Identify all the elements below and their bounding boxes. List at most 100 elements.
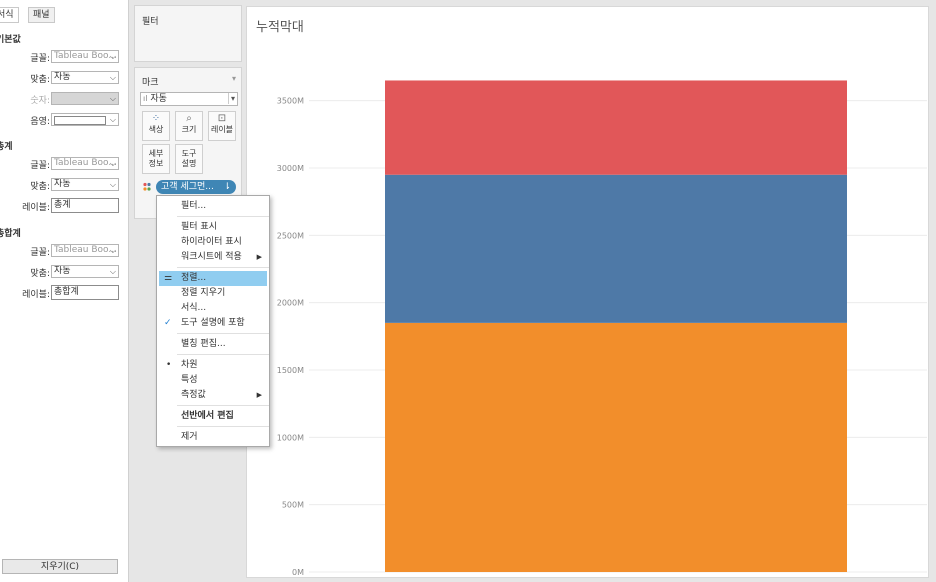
field-label: 글꼴: <box>30 161 50 171</box>
marks-tooltip-button[interactable]: 도구 설명 <box>175 144 203 174</box>
menu-item[interactable]: 서식... <box>159 301 267 316</box>
sort-icon: ⚌ <box>164 273 173 283</box>
marks-color-button[interactable]: ⁘ 색상 <box>142 111 170 141</box>
field-label: 레이블: <box>22 290 50 300</box>
marks-size-button[interactable]: ⌕ 크기 <box>175 111 203 141</box>
select-value: 자동 <box>54 266 71 276</box>
menu-item-label: 정렬... <box>181 273 207 283</box>
radio-dot-icon: • <box>166 360 172 370</box>
y-tick-label: 3500M <box>277 97 304 106</box>
menu-item[interactable]: 측정값 ▶ <box>159 388 267 403</box>
marks-card-title: 마크 <box>142 78 159 88</box>
menu-separator <box>177 216 269 217</box>
marks-button-label: 색상 <box>148 125 164 134</box>
bar-segment-1[interactable] <box>385 174 847 323</box>
chevron-down-icon: ⌵ <box>109 180 116 189</box>
y-tick-label: 2500M <box>277 231 304 240</box>
menu-item[interactable]: 제거 <box>159 430 267 445</box>
marks-button-label: 도구 설명 <box>181 149 197 168</box>
alignment-select[interactable]: 자동 ⌵ <box>51 178 119 191</box>
menu-separator <box>177 333 269 334</box>
size-icon: ⌕ <box>186 113 192 124</box>
field-label: 레이블: <box>22 203 50 213</box>
chevron-down-icon: ⌵ <box>109 73 116 82</box>
mark-type-select[interactable]: ıl 자동 ▾ <box>140 92 238 106</box>
chevron-down-icon: ▾ <box>227 93 235 104</box>
field-label: 맞춤: <box>30 182 50 192</box>
color-dots-icon: ⁘ <box>151 113 161 124</box>
y-tick-label: 1500M <box>277 366 304 375</box>
marks-button-label: 크기 <box>181 125 197 134</box>
menu-item-label: 하이라이터 표시 <box>181 237 242 247</box>
menu-separator <box>177 267 269 268</box>
marks-button-label: 세부 정보 <box>148 149 164 168</box>
bar-segment-2[interactable] <box>385 80 847 175</box>
y-tick-label: 500M <box>282 501 304 510</box>
stacked-bar-chart: 0M 500M 1000M 1500M 2000M 2500M 3000M 3500M <box>277 80 927 577</box>
menu-item-label: 별칭 편집... <box>181 339 226 349</box>
y-tick-label: 1000M <box>277 433 304 442</box>
marks-detail-button[interactable]: 세부 정보 <box>142 144 170 174</box>
bar-segment-0[interactable] <box>385 322 847 572</box>
marks-label-button[interactable]: ⊡ 레이블 <box>208 111 236 141</box>
alignment-select[interactable]: 자동 ⌵ <box>51 265 119 278</box>
menu-item[interactable]: 필터... <box>159 199 267 214</box>
y-tick-label: 0M <box>292 568 304 577</box>
segment-pill-label: 고객 세그먼... <box>161 182 214 192</box>
menu-item-label: 도구 설명에 포함 <box>181 318 245 328</box>
label-input[interactable]: 총합계 <box>51 285 119 300</box>
menu-separator <box>177 405 269 406</box>
marks-card-menu-icon[interactable]: ▾ <box>232 74 236 83</box>
section-heading: 총계 <box>0 142 13 152</box>
chevron-down-icon: ⌵ <box>109 94 116 103</box>
menu-item[interactable]: 필터 표시 <box>159 220 267 235</box>
menu-item-label: 필터 표시 <box>181 222 217 232</box>
context-menu: 필터... 필터 표시하이라이터 표시워크시트에 적용 ▶ 정렬... ⚌ 정렬 지우기서… <box>156 195 270 447</box>
chart-area: 누적막대 0M 500M 1000M 1500M 2000M 2500M 3000M 3500… <box>246 6 929 578</box>
section-heading: 총합계 <box>0 229 21 239</box>
menu-item-label: 측정값 <box>181 390 206 400</box>
menu-separator <box>177 426 269 427</box>
tab-panel[interactable]: 패널 <box>28 7 55 23</box>
menu-item-label: 정렬 지우기 <box>181 288 226 298</box>
filters-card-title: 필터 <box>142 17 159 27</box>
mark-type-value: 자동 <box>150 94 167 104</box>
segment-pill[interactable]: 고객 세그먼... ⇂ <box>156 180 236 194</box>
submenu-arrow-icon: ▶ <box>256 391 262 399</box>
font-select[interactable]: Tableau Boo... ⌵ <box>51 244 119 257</box>
clear-button[interactable]: 지우기(C) <box>2 559 118 574</box>
chevron-down-icon: ⌵ <box>109 267 116 276</box>
y-tick-label: 3000M <box>277 164 304 173</box>
menu-item[interactable]: 특성 <box>159 373 267 388</box>
label-input[interactable]: 총계 <box>51 198 119 213</box>
font-select[interactable]: Tableau Boo... ⌵ <box>51 50 119 63</box>
menu-separator <box>177 354 269 355</box>
menu-item[interactable]: 하이라이터 표시 <box>159 235 267 250</box>
menu-item-label: 제거 <box>181 432 198 442</box>
submenu-arrow-icon: ▶ <box>256 253 262 261</box>
select-value: 자동 <box>54 179 71 189</box>
font-select[interactable]: Tableau Boo... ⌵ <box>51 157 119 170</box>
menu-item[interactable]: 정렬... ⚌ <box>159 271 267 286</box>
section-heading: 기본값 <box>0 35 21 45</box>
number-select: ⌵ <box>51 92 119 105</box>
menu-item[interactable]: 차원 • <box>159 358 267 373</box>
field-label: 음영: <box>30 117 50 127</box>
menu-item-label: 선반에서 편집 <box>181 411 234 421</box>
menu-item[interactable]: 선반에서 편집 <box>159 409 267 424</box>
filters-card[interactable]: 필터 <box>134 5 242 62</box>
shading-select[interactable]: ⌵ <box>51 113 119 126</box>
menu-item[interactable]: 정렬 지우기 <box>159 286 267 301</box>
menu-item[interactable]: 도구 설명에 포함 ✓ <box>159 316 267 331</box>
menu-item-label: 서식... <box>181 303 207 313</box>
select-value: Tableau Boo... <box>54 245 117 255</box>
y-tick-label: 2000M <box>277 299 304 308</box>
menu-item[interactable]: 워크시트에 적용 ▶ <box>159 250 267 265</box>
field-label: 숫자: <box>30 96 50 106</box>
tab-format[interactable]: 서식 <box>0 7 19 23</box>
field-label: 맞춤: <box>30 269 50 279</box>
menu-item[interactable]: 별칭 편집... <box>159 337 267 352</box>
chevron-down-icon: ⌵ <box>109 115 116 124</box>
alignment-select[interactable]: 자동 ⌵ <box>51 71 119 84</box>
label-icon: ⊡ <box>217 113 227 124</box>
